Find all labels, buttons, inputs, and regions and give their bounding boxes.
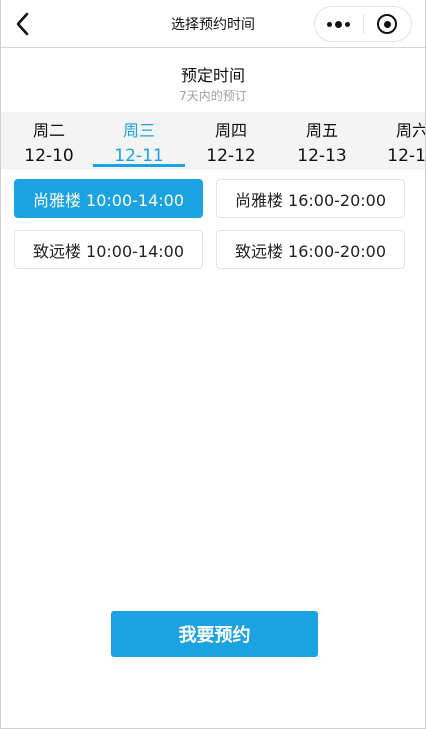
header-subtitle: 7天内的预订 (179, 89, 247, 103)
time-slot[interactable]: 致远楼 16:00-20:00 (216, 230, 405, 269)
navigation-bar: 选择预约时间 (1, 0, 425, 48)
date-tab[interactable]: 周六 12-14 (366, 112, 425, 170)
date-tab-active[interactable]: 周三 12-11 (93, 112, 185, 170)
time-slot[interactable]: 致远楼 10:00-14:00 (14, 230, 203, 269)
tab-date: 12-12 (206, 146, 256, 166)
book-button[interactable]: 我要预约 (111, 611, 318, 657)
target-circle-icon (377, 14, 398, 34)
tab-date: 12-10 (24, 146, 74, 166)
more-button[interactable] (315, 7, 363, 41)
tab-date: 12-13 (297, 146, 347, 166)
tab-weekday: 周四 (214, 121, 247, 140)
time-slot[interactable]: 尚雅楼 16:00-20:00 (216, 179, 405, 218)
screen: 选择预约时间 预定时间 7天内的预订 周二 12-10 周三 12-11 周四 … (0, 0, 426, 729)
header-title: 预定时间 (180, 66, 245, 85)
tab-weekday: 周五 (305, 121, 338, 140)
time-slot-selected[interactable]: 尚雅楼 10:00-14:00 (14, 179, 203, 218)
date-tab[interactable]: 周五 12-13 (276, 112, 368, 170)
booking-header: 预定时间 7天内的预订 (1, 62, 425, 104)
tab-date: 12-11 (114, 146, 164, 166)
date-tab[interactable]: 周二 12-10 (3, 112, 95, 170)
date-tab[interactable]: 周四 12-12 (185, 112, 277, 170)
date-tabs[interactable]: 周二 12-10 周三 12-11 周四 12-12 周五 12-13 周六 1… (1, 112, 425, 170)
tab-weekday: 周二 (32, 121, 65, 140)
close-mini-program-button[interactable] (364, 7, 412, 41)
tab-date: 12-14 (387, 146, 425, 166)
tab-weekday: 周三 (122, 121, 155, 140)
mini-program-capsule (314, 6, 412, 42)
more-dots-icon (327, 20, 351, 28)
tab-weekday: 周六 (395, 121, 425, 140)
